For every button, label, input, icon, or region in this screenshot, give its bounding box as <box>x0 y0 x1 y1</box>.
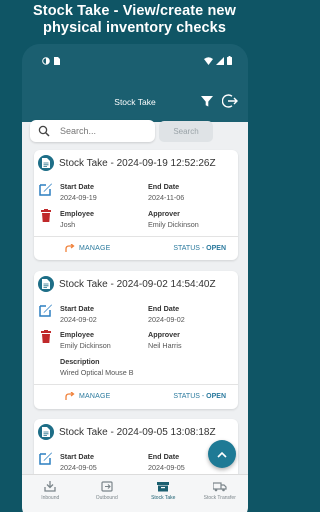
employee-label: Employee <box>60 330 94 339</box>
search-button[interactable]: Search <box>159 121 213 142</box>
approver-label: Approver <box>148 330 180 339</box>
approver-label: Approver <box>148 209 180 218</box>
delete-icon[interactable] <box>41 209 51 222</box>
nav-item-stock-take[interactable]: Stock Take <box>135 475 192 512</box>
wifi-icon <box>204 56 213 65</box>
card-title: Stock Take - 2024-09-05 13:08:18Z <box>59 426 216 438</box>
delete-icon[interactable] <box>41 330 51 343</box>
nav-label: Stock Take <box>151 495 176 501</box>
filter-icon[interactable] <box>200 94 214 108</box>
end-date-value: 2024-09-02 <box>148 315 185 324</box>
document-icon <box>38 276 54 292</box>
employee-value: Emily Dickinson <box>60 341 111 350</box>
promo-line-1: Stock Take - View/create new <box>33 3 236 19</box>
inbound-icon <box>44 481 56 492</box>
scroll-to-top-button[interactable] <box>208 440 236 468</box>
nav-item-stock-transfer[interactable]: Stock Transfer <box>192 475 249 512</box>
stock-transfer-icon <box>212 482 227 492</box>
page-title: Stock Take <box>114 97 156 107</box>
phone-frame: Stock Take Search Stock Take - 2024-09-1… <box>22 44 248 512</box>
edit-icon[interactable] <box>39 182 53 196</box>
manage-label: MANAGE <box>79 244 111 252</box>
edit-icon[interactable] <box>39 451 53 465</box>
start-date-label: Start Date <box>60 452 94 461</box>
employee-value: Josh <box>60 220 76 229</box>
description-value: Wired Optical Mouse B <box>60 368 134 377</box>
manage-label: MANAGE <box>79 392 111 400</box>
approver-value: Neil Harris <box>148 341 182 350</box>
nav-label: Stock Transfer <box>203 495 236 501</box>
employee-label: Employee <box>60 209 94 218</box>
end-date-label: End Date <box>148 452 180 461</box>
start-date-label: Start Date <box>60 304 94 313</box>
status-badge: STATUS - OPEN <box>173 245 226 252</box>
manage-button[interactable]: MANAGE <box>65 244 111 252</box>
bottom-navigation: Inbound Outbound Stock Take Stock Transf… <box>22 474 248 512</box>
stock-take-card[interactable]: Stock Take - 2024-09-02 14:54:40Z Start … <box>34 271 238 409</box>
status-value: OPEN <box>206 245 226 252</box>
stock-take-card[interactable]: Stock Take - 2024-09-19 12:52:26Z Start … <box>34 150 238 260</box>
start-date-value: 2024-09-02 <box>60 315 97 324</box>
logout-icon[interactable] <box>222 93 238 109</box>
card-title: Stock Take - 2024-09-02 14:54:40Z <box>59 278 216 290</box>
search-box[interactable] <box>30 120 155 142</box>
status-badge: STATUS - OPEN <box>173 393 226 400</box>
end-date-value: 2024-09-05 <box>148 463 185 472</box>
status-key: STATUS - <box>173 245 207 252</box>
card-divider <box>34 384 238 385</box>
outbound-icon <box>101 481 113 492</box>
status-key: STATUS - <box>173 393 207 400</box>
approver-value: Emily Dickinson <box>148 220 199 229</box>
chevron-up-icon <box>217 451 227 458</box>
search-icon <box>38 125 50 137</box>
nav-item-outbound[interactable]: Outbound <box>79 475 136 512</box>
manage-arrow-icon <box>65 392 75 400</box>
search-input[interactable] <box>60 124 150 138</box>
circle-half-icon <box>42 57 50 65</box>
nav-label: Inbound <box>41 495 60 501</box>
end-date-value: 2024-11-06 <box>148 193 185 202</box>
start-date-value: 2024-09-05 <box>60 463 97 472</box>
status-value: OPEN <box>206 393 226 400</box>
promo-line-2: physical inventory checks <box>42 20 227 36</box>
app-bar: Stock Take <box>22 76 248 122</box>
description-label: Description <box>60 357 100 366</box>
edit-icon[interactable] <box>39 303 53 317</box>
end-date-label: End Date <box>148 182 180 191</box>
document-icon <box>38 155 54 171</box>
start-date-label: Start Date <box>60 182 94 191</box>
nav-item-inbound[interactable]: Inbound <box>22 475 79 512</box>
manage-arrow-icon <box>65 244 75 252</box>
card-title: Stock Take - 2024-09-19 12:52:26Z <box>59 157 216 169</box>
sim-card-icon <box>54 57 60 65</box>
status-bar <box>22 44 248 76</box>
document-icon <box>38 424 54 440</box>
card-divider <box>34 236 238 237</box>
stock-take-icon <box>157 482 170 492</box>
promo-header: Stock Take - View/create new physical in… <box>0 3 269 37</box>
start-date-value: 2024-09-19 <box>60 193 97 202</box>
manage-button[interactable]: MANAGE <box>65 392 111 400</box>
signal-icon <box>216 56 224 65</box>
battery-icon <box>227 56 232 65</box>
nav-label: Outbound <box>95 495 118 501</box>
end-date-label: End Date <box>148 304 180 313</box>
